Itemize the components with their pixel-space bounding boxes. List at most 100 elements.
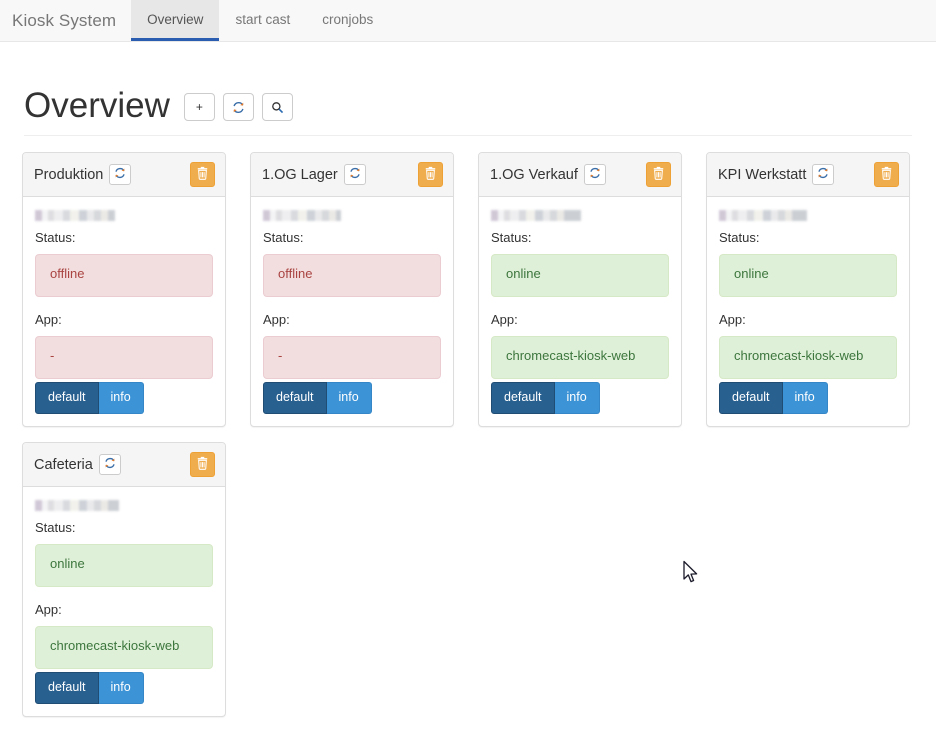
kiosk-card: 1.OG Verkauf Status: online App: chromecast-… [478,152,682,427]
tab-cronjobs[interactable]: cronjobs [306,0,389,41]
tab-cronjobs-label: cronjobs [322,11,374,27]
card-action-group: default info [35,672,144,704]
info-button[interactable]: info [326,382,372,414]
status-value: online [719,254,897,297]
card-body: Status: online App: chromecast-kiosk-web def… [23,487,225,716]
card-refresh-button[interactable] [98,454,121,475]
status-value: online [491,254,669,297]
kiosk-card: Produktion Status: offline App: - default info [22,152,226,427]
page-title: Overview [24,86,170,125]
default-button[interactable]: default [491,382,555,414]
trash-icon [424,166,437,183]
card-delete-button[interactable] [874,162,899,187]
card-refresh-button[interactable] [583,164,606,185]
app-label: App: [719,312,746,327]
card-header: KPI Werkstatt [707,153,909,197]
default-button[interactable]: default [263,382,327,414]
card-body: Status: offline App: - default info [251,197,453,426]
card-header: Produktion [23,153,225,197]
app-value: - [35,336,213,379]
refresh-all-button[interactable] [222,93,254,121]
status-value: offline [35,254,213,297]
kiosk-card: KPI Werkstatt Status: online App: chromecast… [706,152,910,427]
card-title: Produktion [34,166,104,183]
card-title: KPI Werkstatt [718,166,807,183]
card-refresh-button[interactable] [343,164,366,185]
card-body: Status: online App: chromecast-kiosk-web def… [707,197,909,426]
card-delete-button[interactable] [190,452,215,477]
info-button[interactable]: info [98,672,144,704]
tab-overview-label: Overview [147,11,204,27]
card-body: Status: offline App: - default info [23,197,225,426]
status-label: Status: [719,230,760,245]
card-delete-button[interactable] [190,162,215,187]
info-button[interactable]: info [782,382,828,414]
refresh-icon [114,167,126,182]
redacted-hostname [35,210,115,221]
status-value: offline [263,254,441,297]
redacted-hostname [719,210,807,221]
plus-icon: + [195,100,203,114]
refresh-icon [349,167,361,182]
page-header: Overview + [24,78,912,136]
search-button[interactable] [261,93,293,121]
card-header: 1.OG Lager [251,153,453,197]
top-navbar: Kiosk System Overview start cast cronjob… [0,0,936,42]
add-button[interactable]: + [183,93,215,121]
trash-icon [196,166,209,183]
status-label: Status: [35,230,76,245]
refresh-icon [233,101,244,113]
app-label: App: [35,312,62,327]
tab-start-cast-label: start cast [235,11,291,27]
app-label: App: [263,312,290,327]
refresh-icon [104,457,116,472]
card-body: Status: online App: chromecast-kiosk-web def… [479,197,681,426]
redacted-hostname [491,210,581,221]
card-refresh-button[interactable] [812,164,835,185]
kiosk-card: Cafeteria Status: online App: chromecast-kio… [22,442,226,717]
default-button[interactable]: default [719,382,783,414]
trash-icon [880,166,893,183]
brand-logo[interactable]: Kiosk System [0,0,131,41]
info-button[interactable]: info [98,382,144,414]
card-title: Cafeteria [34,456,93,473]
app-value: chromecast-kiosk-web [719,336,897,379]
app-value: - [263,336,441,379]
card-title: 1.OG Lager [262,166,338,183]
kiosk-card: 1.OG Lager Status: offline App: - default info [250,152,454,427]
status-label: Status: [263,230,304,245]
card-action-group: default info [719,382,828,414]
redacted-hostname [263,210,341,221]
card-header: 1.OG Verkauf [479,153,681,197]
default-button[interactable]: default [35,382,99,414]
default-button[interactable]: default [35,672,99,704]
status-value: online [35,544,213,587]
tab-overview[interactable]: Overview [131,0,220,41]
tab-start-cast[interactable]: start cast [219,0,306,41]
card-action-group: default info [263,382,372,414]
card-refresh-button[interactable] [109,164,132,185]
card-title: 1.OG Verkauf [490,166,578,183]
card-delete-button[interactable] [646,162,671,187]
app-label: App: [491,312,518,327]
redacted-hostname [35,500,119,511]
card-action-group: default info [491,382,600,414]
card-action-group: default info [35,382,144,414]
app-value: chromecast-kiosk-web [35,626,213,669]
info-button[interactable]: info [554,382,600,414]
card-header: Cafeteria [23,443,225,487]
card-delete-button[interactable] [418,162,443,187]
status-label: Status: [35,520,76,535]
status-label: Status: [491,230,532,245]
refresh-icon [817,167,829,182]
trash-icon [196,456,209,473]
mouse-cursor [683,560,698,583]
search-icon [272,101,283,113]
trash-icon [652,166,665,183]
kiosk-card-grid: Produktion Status: offline App: - default info… [22,152,920,736]
